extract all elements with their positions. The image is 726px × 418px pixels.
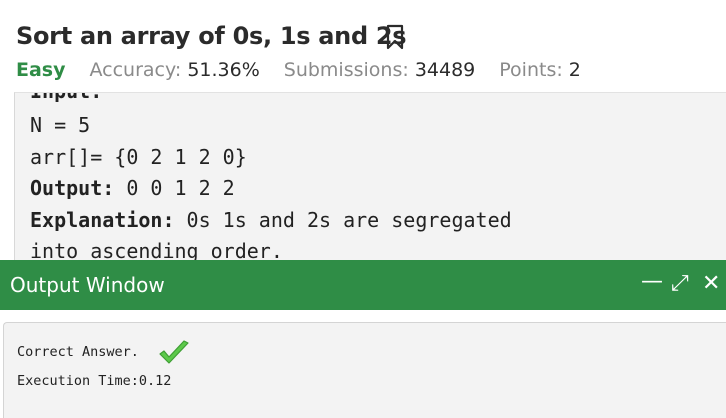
example-arr-line: arr[]= {0 2 1 2 0} (30, 145, 247, 169)
submissions-value: 34489 (414, 59, 476, 81)
output-window-header: Output Window — ⤢ ✕ (0, 260, 726, 310)
output-window-title: Output Window (10, 273, 165, 297)
submissions-label: Submissions: (283, 59, 409, 81)
close-icon[interactable]: ✕ (702, 272, 720, 296)
example-block: Input: N = 5 arr[]= {0 2 1 2 0} Output: … (14, 92, 726, 272)
accuracy-value: 51.36% (187, 59, 260, 81)
example-output-line: Output: 0 0 1 2 2 (30, 176, 235, 200)
problem-meta: Easy Accuracy: 51.36% Submissions: 34489… (16, 58, 581, 82)
points-value: 2 (568, 59, 581, 81)
example-explanation-line: Explanation: 0s 1s and 2s are segregated (30, 208, 512, 232)
problem-title: Sort an array of 0s, 1s and 2s (16, 22, 407, 50)
bookmark-icon[interactable] (385, 24, 405, 50)
output-window-body: Correct Answer. Execution Time:0.12 (3, 322, 726, 418)
minimize-icon[interactable]: — (641, 270, 663, 294)
input-label: Input: (30, 93, 102, 103)
points-label: Points: (499, 59, 563, 81)
accuracy-label: Accuracy: (89, 59, 182, 81)
output-value: 0 0 1 2 2 (114, 176, 235, 200)
output-label: Output: (30, 176, 115, 200)
expand-icon[interactable]: ⤢ (671, 272, 689, 296)
result-text: Correct Answer. (17, 344, 139, 360)
explanation-label: Explanation: (30, 208, 175, 232)
explanation-text: 0s 1s and 2s are segregated (174, 208, 512, 232)
execution-time: Execution Time:0.12 (17, 373, 172, 389)
difficulty-badge: Easy (16, 59, 66, 81)
example-n-line: N = 5 (30, 113, 91, 137)
checkmark-icon (159, 340, 189, 364)
